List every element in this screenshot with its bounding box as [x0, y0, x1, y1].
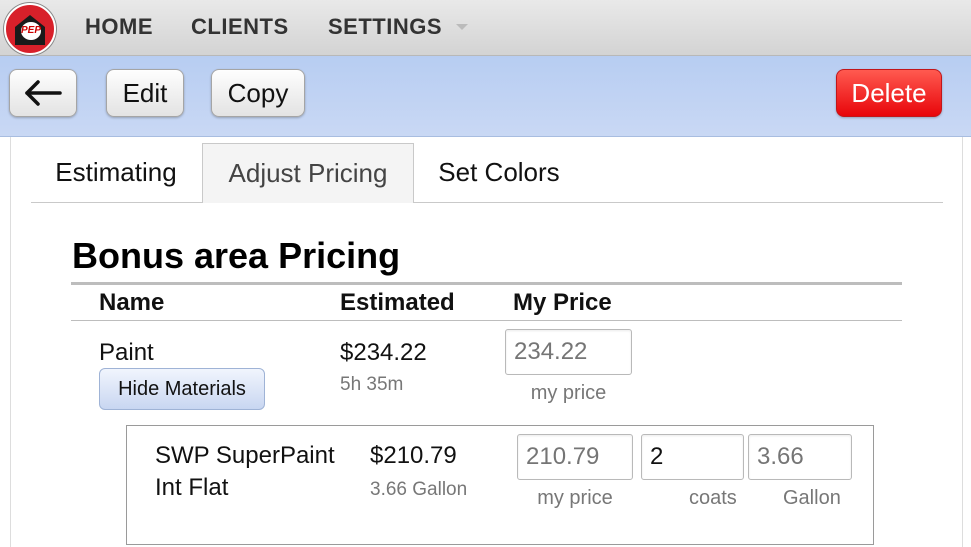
edit-button[interactable]: Edit	[106, 69, 184, 117]
chevron-down-icon[interactable]	[456, 24, 468, 30]
coats-input[interactable]	[641, 434, 744, 480]
nav-clients[interactable]: CLIENTS	[191, 14, 289, 40]
top-nav: PEP HOME CLIENTS SETTINGS	[0, 0, 971, 56]
gallon-input[interactable]	[748, 434, 852, 480]
nav-settings[interactable]: SETTINGS	[328, 14, 442, 40]
gallon-label: Gallon	[783, 487, 841, 509]
row-time: 5h 35m	[340, 374, 404, 395]
main-content: Estimating Adjust Pricing Set Colors Bon…	[10, 137, 963, 547]
my-price-input[interactable]	[505, 329, 632, 375]
tab-set-colors[interactable]: Set Colors	[416, 143, 582, 201]
material-price-input[interactable]	[517, 434, 633, 480]
back-button[interactable]	[9, 69, 77, 117]
column-header-my-price: My Price	[513, 289, 612, 316]
delete-button[interactable]: Delete	[836, 69, 942, 117]
tab-adjust-pricing[interactable]: Adjust Pricing	[202, 143, 414, 203]
left-arrow-icon	[25, 80, 62, 106]
divider	[71, 320, 902, 321]
material-estimated: $210.79	[370, 442, 457, 469]
app-logo[interactable]: PEP	[4, 3, 56, 55]
hide-materials-button[interactable]: Hide Materials	[99, 368, 265, 410]
tab-estimating[interactable]: Estimating	[31, 143, 201, 201]
material-name-line1: SWP SuperPaint	[155, 442, 335, 469]
logo-badge: PEP	[21, 22, 41, 40]
divider	[71, 282, 902, 285]
my-price-label: my price	[530, 382, 607, 404]
materials-panel: SWP SuperPaint Int Flat $210.79 3.66 Gal…	[126, 425, 874, 545]
row-estimated: $234.22	[340, 339, 427, 366]
tab-bar: Estimating Adjust Pricing Set Colors	[31, 143, 943, 203]
material-quantity: 3.66 Gallon	[370, 479, 468, 500]
row-name: Paint	[99, 339, 154, 366]
column-header-name: Name	[99, 289, 165, 316]
copy-button[interactable]: Copy	[211, 69, 305, 117]
material-price-label: my price	[537, 487, 613, 509]
section-title: Bonus area Pricing	[72, 235, 401, 276]
material-name-line2: Int Flat	[155, 474, 229, 501]
toolbar: Edit Copy Delete	[0, 56, 971, 137]
column-header-estimated: Estimated	[340, 289, 455, 316]
nav-home[interactable]: HOME	[85, 14, 153, 40]
